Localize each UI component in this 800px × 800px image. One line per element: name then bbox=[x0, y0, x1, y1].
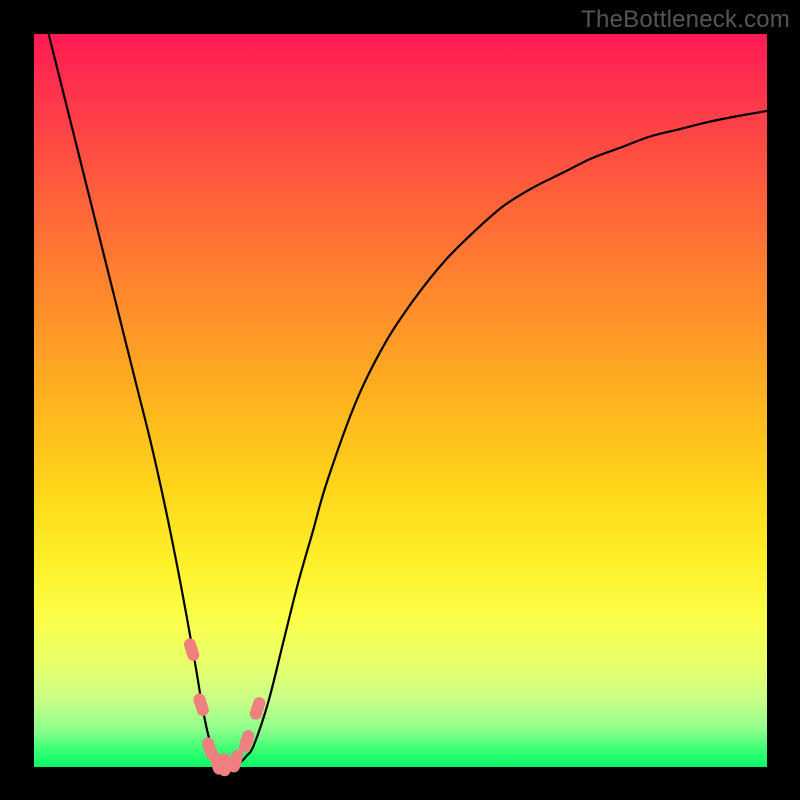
bottleneck-curve bbox=[34, 34, 767, 767]
sweet-spot-marker bbox=[183, 638, 200, 662]
plot-area bbox=[34, 34, 767, 767]
outer-frame: TheBottleneck.com bbox=[0, 0, 800, 800]
curve-line bbox=[49, 34, 767, 768]
watermark-text: TheBottleneck.com bbox=[581, 6, 790, 34]
sweet-spot-marker bbox=[227, 749, 244, 773]
marker-layer bbox=[183, 638, 266, 776]
sweet-spot-marker bbox=[192, 693, 209, 717]
